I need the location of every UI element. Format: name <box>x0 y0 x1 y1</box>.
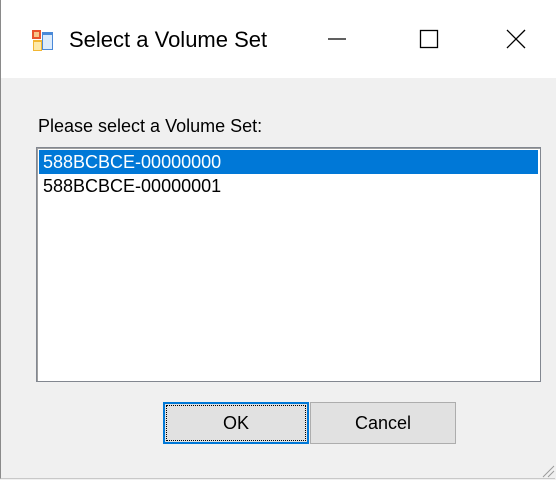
close-button[interactable] <box>475 0 556 78</box>
cancel-button[interactable]: Cancel <box>310 402 456 444</box>
prompt-label: Please select a Volume Set: <box>38 116 263 136</box>
window-title: Select a Volume Set <box>69 27 268 52</box>
volume-set-listbox[interactable]: 588BCBCE-00000000 588BCBCE-00000001 <box>36 147 541 382</box>
list-item-volume-set-1[interactable]: 588BCBCE-00000001 <box>39 174 538 198</box>
maximize-icon <box>419 29 439 49</box>
list-item-volume-set-0[interactable]: 588BCBCE-00000000 <box>39 150 538 174</box>
minimize-button[interactable] <box>291 0 383 78</box>
title-bar[interactable]: Select a Volume Set <box>1 0 556 78</box>
minimize-icon <box>328 38 346 40</box>
volume-set-dialog: Select a Volume Set Please select a Volu… <box>0 0 556 479</box>
close-icon <box>506 29 525 49</box>
resize-grip-icon[interactable] <box>537 460 555 478</box>
maximize-button[interactable] <box>383 0 475 78</box>
ok-button[interactable]: OK <box>163 402 309 444</box>
application-window-icon <box>32 30 53 51</box>
